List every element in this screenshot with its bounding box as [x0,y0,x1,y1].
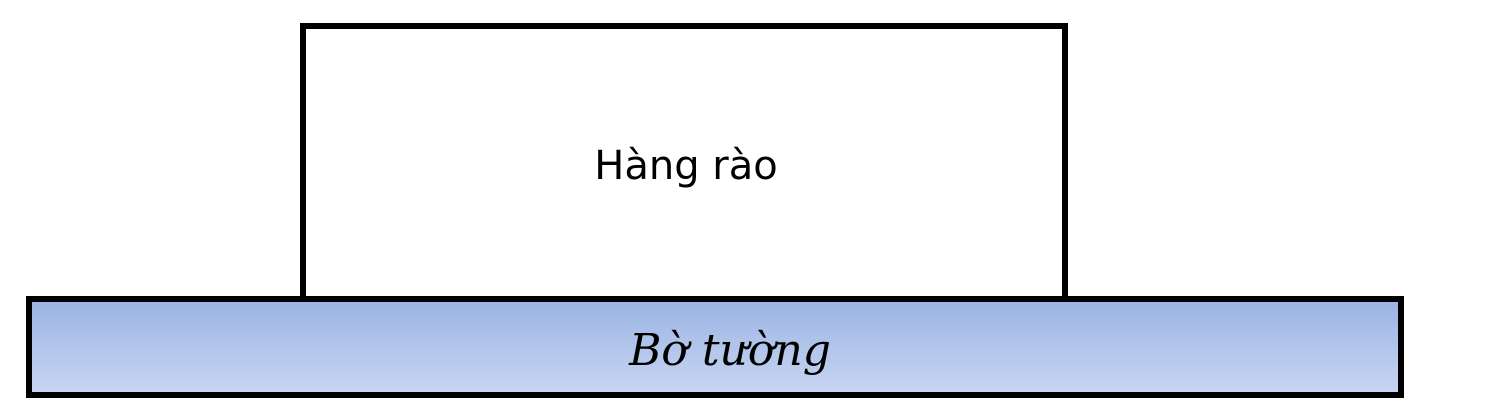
wall-label: Bờ tường [629,324,831,376]
wall-block: Bờ tường [26,296,1404,398]
fence-block: Hàng rào [300,23,1068,303]
fence-label: Hàng rào [594,143,778,189]
